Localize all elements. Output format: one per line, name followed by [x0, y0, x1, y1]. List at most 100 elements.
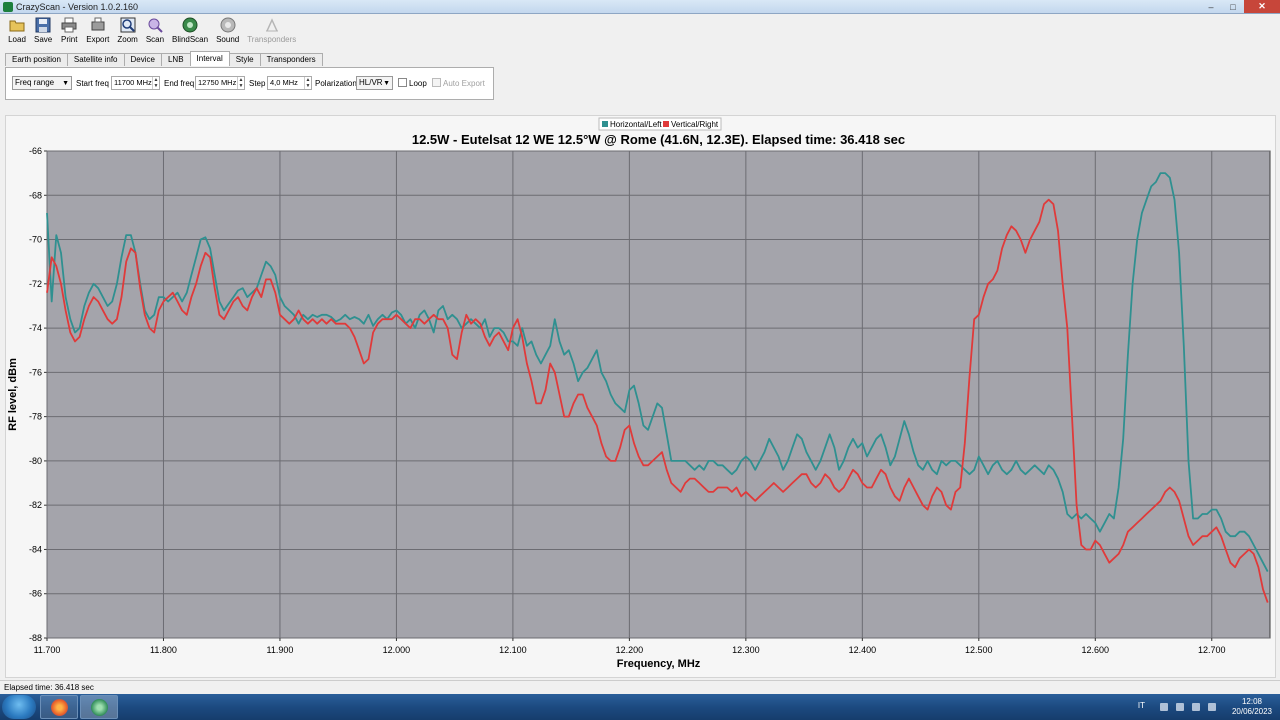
auto-export-checkbox[interactable]	[432, 78, 441, 87]
zoom-label: Zoom	[117, 35, 138, 44]
taskbar-clock[interactable]: 12:08 20/06/2023	[1232, 697, 1272, 717]
sound-button[interactable]: Sound	[214, 14, 241, 48]
clock-date: 20/06/2023	[1231, 707, 1272, 716]
taskbar-crazyscan[interactable]	[80, 695, 118, 719]
legend-swatch-horizontal	[602, 121, 608, 127]
x-tick-label: 11.900	[267, 645, 294, 655]
auto-export-label: Auto Export	[443, 79, 485, 88]
start-button[interactable]	[2, 695, 36, 719]
chevron-down-icon: ▼	[62, 80, 69, 87]
end-freq-label: End freq	[164, 79, 195, 88]
tab-lnb[interactable]: LNB	[160, 53, 191, 66]
status-bar: Elapsed time: 36.418 sec	[0, 680, 1280, 694]
blindscan-button[interactable]: BlindScan	[170, 14, 210, 48]
minimize-button[interactable]: –	[1200, 0, 1222, 13]
step-value: 4,0 MHz	[270, 78, 298, 87]
x-tick-label: 12.600	[1082, 645, 1110, 655]
flag-icon[interactable]	[1208, 703, 1216, 711]
zoom-button[interactable]: Zoom	[115, 14, 139, 48]
floppy-icon	[34, 16, 52, 34]
settings-tabs: Earth position Satellite info Device LNB…	[5, 51, 323, 67]
spectrum-chart[interactable]: -66 -68 -70 -72 -74 -76 -78 -80 -82 -84 -86 -88 11.7…	[5, 115, 1276, 678]
window-controls: – □ ✕	[1200, 0, 1280, 13]
scan-button[interactable]: Scan	[144, 14, 166, 48]
export-button[interactable]: Export	[84, 14, 111, 48]
window-title: CrazyScan - Version 1.0.2.160	[16, 2, 139, 12]
transponders-label: Transponders	[247, 35, 297, 44]
end-freq-value: 12750 MHz	[198, 78, 237, 87]
spin-arrows-icon[interactable]: ▲ ▼	[237, 77, 244, 89]
step-input[interactable]: 4,0 MHz ▲ ▼	[267, 76, 312, 90]
start-freq-input[interactable]: 11700 MHz ▲ ▼	[111, 76, 160, 90]
tray-arrow-icon[interactable]	[1160, 703, 1168, 711]
scan-icon	[146, 16, 164, 34]
blindscan-icon	[181, 16, 199, 34]
y-tick-label: -72	[29, 279, 42, 289]
x-tick-label: 12.200	[616, 645, 644, 655]
save-label: Save	[34, 35, 53, 44]
y-tick-label: -82	[29, 500, 42, 510]
legend-label-vertical: Vertical/Right	[671, 120, 719, 129]
close-button[interactable]: ✕	[1244, 0, 1280, 13]
y-tick-label: -68	[29, 190, 42, 200]
y-tick-label: -66	[29, 146, 42, 156]
taskbar: IT 12:08 20/06/2023	[0, 694, 1280, 720]
y-tick-label: -84	[29, 544, 42, 554]
spin-arrows-icon[interactable]: ▲ ▼	[152, 77, 159, 89]
y-tick-label: -80	[29, 456, 42, 466]
y-tick-label: -88	[29, 633, 42, 643]
load-label: Load	[8, 35, 26, 44]
start-freq-value: 11700 MHz	[114, 78, 152, 87]
polarization-select[interactable]: HL/VR ▼	[356, 76, 393, 90]
network-icon[interactable]	[1176, 703, 1184, 711]
tab-earth-position[interactable]: Earth position	[5, 53, 68, 66]
spectrum-plot[interactable]: -66 -68 -70 -72 -74 -76 -78 -80 -82 -84 -86 -88 11.7…	[6, 116, 1277, 679]
language-indicator[interactable]: IT	[1138, 701, 1145, 710]
y-tick-label: -86	[29, 589, 42, 599]
start-freq-label: Start freq	[76, 79, 109, 88]
save-button[interactable]: Save	[32, 14, 54, 48]
x-tick-label: 12.300	[732, 645, 760, 655]
legend-label-horizontal: Horizontal/Left	[610, 120, 662, 129]
export-icon	[89, 16, 107, 34]
volume-icon[interactable]	[1192, 703, 1200, 711]
step-label: Step	[249, 79, 266, 88]
clock-time: 12:08	[1241, 697, 1262, 706]
polarization-label: Polarization	[315, 79, 357, 88]
transponders-icon	[263, 16, 281, 34]
crazyscan-icon	[91, 699, 108, 716]
x-tick-label: 12.500	[965, 645, 993, 655]
toolbar: Load Save Print Export Zoom Scan BlindSc…	[0, 14, 1280, 48]
polarization-value: HL/VR	[359, 78, 383, 87]
folder-icon	[8, 16, 26, 34]
loop-checkbox[interactable]	[398, 78, 407, 87]
zoom-icon	[119, 16, 137, 34]
tab-device[interactable]: Device	[123, 53, 162, 66]
tab-interval[interactable]: Interval	[189, 51, 230, 66]
export-label: Export	[86, 35, 110, 44]
y-tick-label: -70	[29, 235, 42, 245]
tab-transponders[interactable]: Transponders	[259, 53, 323, 66]
x-tick-label: 11.800	[150, 645, 177, 655]
loop-label: Loop	[409, 79, 427, 88]
scan-label: Scan	[145, 35, 165, 44]
app-icon	[3, 2, 13, 12]
tab-satellite-info[interactable]: Satellite info	[66, 53, 125, 66]
tab-style[interactable]: Style	[228, 53, 261, 66]
taskbar-firefox[interactable]	[40, 695, 78, 719]
mode-value: Freq range	[15, 78, 55, 87]
maximize-button[interactable]: □	[1222, 0, 1244, 13]
end-freq-input[interactable]: 12750 MHz ▲ ▼	[195, 76, 245, 90]
x-tick-label: 12.400	[849, 645, 877, 655]
y-tick-label: -74	[29, 323, 42, 333]
print-button[interactable]: Print	[58, 14, 80, 48]
mode-select[interactable]: Freq range ▼	[12, 76, 72, 90]
x-tick-label: 12.700	[1198, 645, 1226, 655]
x-tick-label: 12.100	[499, 645, 527, 655]
transponders-button[interactable]: Transponders	[245, 14, 298, 48]
x-tick-label: 11.700	[34, 645, 61, 655]
spin-arrows-icon[interactable]: ▲ ▼	[304, 77, 311, 89]
title-bar: CrazyScan - Version 1.0.2.160 – □ ✕	[0, 0, 1280, 14]
y-tick-label: -76	[29, 367, 42, 377]
load-button[interactable]: Load	[6, 14, 28, 48]
